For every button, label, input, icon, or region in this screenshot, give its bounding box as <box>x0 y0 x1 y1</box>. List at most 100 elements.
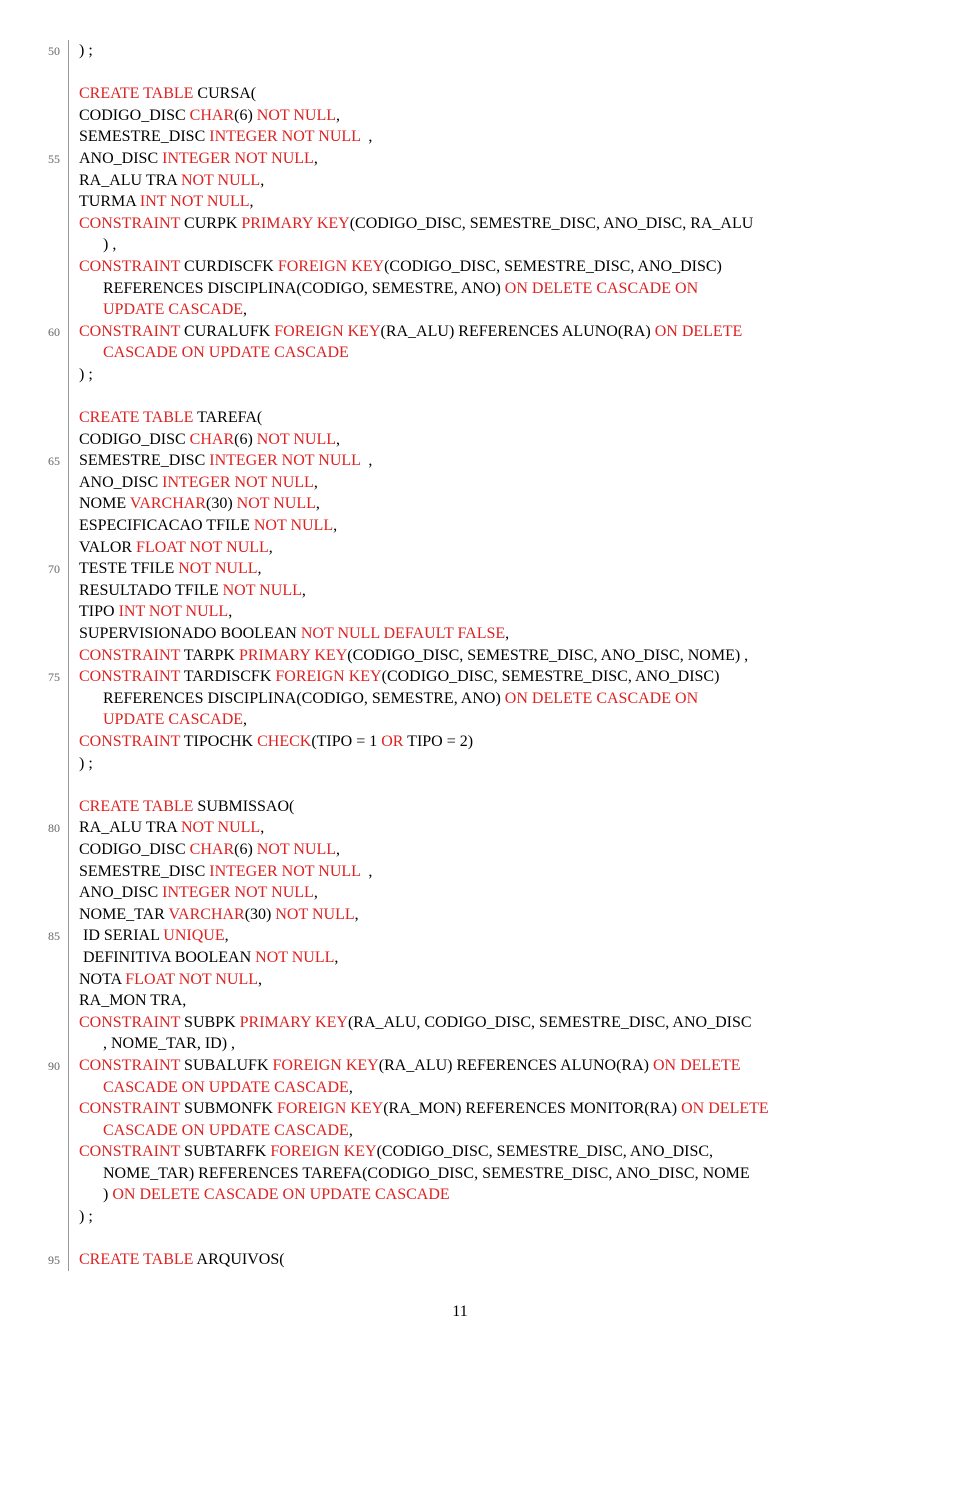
code-line: CODIGO_DISC CHAR(6) NOT NULL, <box>20 839 900 861</box>
sql-text: ARQUIVOS( <box>193 1251 284 1268</box>
code-line: CODIGO_DISC CHAR(6) NOT NULL, <box>20 429 900 451</box>
sql-keyword: INTEGER NOT NULL <box>209 452 360 469</box>
code-line: CREATE TABLE TAREFA( <box>20 407 900 429</box>
code-line: SEMESTRE_DISC INTEGER NOT NULL , <box>20 861 900 883</box>
code-content: SUPERVISIONADO BOOLEAN NOT NULL DEFAULT … <box>69 623 900 645</box>
sql-keyword: ON DELETE <box>655 323 743 340</box>
sql-text: , <box>349 1079 353 1096</box>
sql-text: ) ; <box>79 42 93 59</box>
line-number <box>20 947 68 950</box>
line-number <box>20 234 68 237</box>
code-line: 60CONSTRAINT CURALUFK FOREIGN KEY(RA_ALU… <box>20 321 900 343</box>
sql-text: , <box>334 949 338 966</box>
code-content: ) ; <box>69 1206 900 1228</box>
code-content: NOME_TAR VARCHAR(30) NOT NULL, <box>69 904 900 926</box>
sql-text: TIPO <box>79 603 119 620</box>
sql-text: NOME_TAR <box>79 906 169 923</box>
line-number <box>20 126 68 129</box>
sql-text: , <box>333 517 337 534</box>
sql-text: , <box>260 172 264 189</box>
sql-text: SUBPK <box>180 1014 240 1031</box>
sql-text: SUBTARFK <box>180 1143 270 1160</box>
sql-text: ) ; <box>79 1208 93 1225</box>
page-number: 11 <box>20 1301 900 1323</box>
code-line: CASCADE ON UPDATE CASCADE, <box>20 1077 900 1099</box>
line-number <box>20 1077 68 1080</box>
line-number <box>20 1228 68 1231</box>
sql-text: , <box>355 906 359 923</box>
line-number <box>20 623 68 626</box>
sql-text: (RA_ALU) REFERENCES ALUNO(RA) <box>381 323 655 340</box>
code-content: ESPECIFICACAO TFILE NOT NULL, <box>69 515 900 537</box>
sql-keyword: FOREIGN KEY <box>277 1100 383 1117</box>
sql-text: , <box>258 560 262 577</box>
sql-text: , <box>302 582 306 599</box>
code-line: CONSTRAINT SUBPK PRIMARY KEY(RA_ALU, COD… <box>20 1012 900 1034</box>
sql-keyword: CONSTRAINT <box>79 1014 180 1031</box>
code-line <box>20 774 900 796</box>
code-line: , NOME_TAR, ID) , <box>20 1033 900 1055</box>
sql-text: ID SERIAL <box>79 927 163 944</box>
sql-text: SEMESTRE_DISC <box>79 128 209 145</box>
sql-keyword: NOT NULL <box>257 841 336 858</box>
line-number <box>20 580 68 583</box>
sql-text: REFERENCES DISCIPLINA(CODIGO, SEMESTRE, … <box>79 280 505 297</box>
code-content: CASCADE ON UPDATE CASCADE, <box>69 1077 900 1099</box>
code-content: SEMESTRE_DISC INTEGER NOT NULL , <box>69 126 900 148</box>
sql-text: CURALUFK <box>180 323 274 340</box>
code-line: 80RA_ALU TRA NOT NULL, <box>20 817 900 839</box>
sql-text: , <box>336 841 340 858</box>
sql-keyword: PRIMARY KEY <box>241 215 349 232</box>
sql-text: , <box>360 863 372 880</box>
sql-keyword: NOT NULL <box>254 517 333 534</box>
sql-text <box>79 1122 103 1139</box>
code-content: ) , <box>69 234 900 256</box>
line-number <box>20 969 68 972</box>
sql-text: NOTA <box>79 971 125 988</box>
sql-text: (CODIGO_DISC, SEMESTRE_DISC, ANO_DISC, R… <box>350 215 754 232</box>
sql-text: (30) <box>206 495 237 512</box>
sql-keyword: CHAR <box>190 841 234 858</box>
line-number: 65 <box>20 450 68 469</box>
code-content: TESTE TFILE NOT NULL, <box>69 558 900 580</box>
code-content: TURMA INT NOT NULL, <box>69 191 900 213</box>
code-line: CONSTRAINT SUBMONFK FOREIGN KEY(RA_MON) … <box>20 1098 900 1120</box>
code-line <box>20 1228 900 1250</box>
sql-text: CODIGO_DISC <box>79 431 190 448</box>
sql-keyword: FOREIGN KEY <box>275 668 381 685</box>
sql-keyword: NOT NULL <box>257 107 336 124</box>
code-content: UPDATE CASCADE, <box>69 709 900 731</box>
code-content <box>69 774 900 796</box>
sql-keyword: CONSTRAINT <box>79 1057 180 1074</box>
code-line: TIPO INT NOT NULL, <box>20 601 900 623</box>
sql-keyword: CONSTRAINT <box>79 215 180 232</box>
line-number <box>20 62 68 65</box>
line-number <box>20 1206 68 1209</box>
code-line: 70TESTE TFILE NOT NULL, <box>20 558 900 580</box>
code-content: VALOR FLOAT NOT NULL, <box>69 537 900 559</box>
code-line: 65SEMESTRE_DISC INTEGER NOT NULL , <box>20 450 900 472</box>
sql-text: SEMESTRE_DISC <box>79 452 209 469</box>
sql-text <box>79 711 103 728</box>
line-number <box>20 1141 68 1144</box>
sql-text: ANO_DISC <box>79 474 162 491</box>
line-number <box>20 299 68 302</box>
code-line: REFERENCES DISCIPLINA(CODIGO, SEMESTRE, … <box>20 688 900 710</box>
code-content: TIPO INT NOT NULL, <box>69 601 900 623</box>
code-line: ) ; <box>20 753 900 775</box>
sql-keyword: OR <box>381 733 403 750</box>
line-number <box>20 429 68 432</box>
code-content: CREATE TABLE TAREFA( <box>69 407 900 429</box>
sql-text: TARPK <box>180 647 239 664</box>
code-line: 50) ; <box>20 40 900 62</box>
code-content: , NOME_TAR, ID) , <box>69 1033 900 1055</box>
sql-text: ) , <box>79 236 116 253</box>
line-number <box>20 407 68 410</box>
code-line: ) ON DELETE CASCADE ON UPDATE CASCADE <box>20 1184 900 1206</box>
sql-text: CURSA( <box>193 85 256 102</box>
sql-keyword: NOT NULL <box>255 949 334 966</box>
sql-text: , <box>243 711 247 728</box>
sql-text: RA_MON TRA, <box>79 992 186 1009</box>
code-line: VALOR FLOAT NOT NULL, <box>20 537 900 559</box>
code-line: ) ; <box>20 364 900 386</box>
